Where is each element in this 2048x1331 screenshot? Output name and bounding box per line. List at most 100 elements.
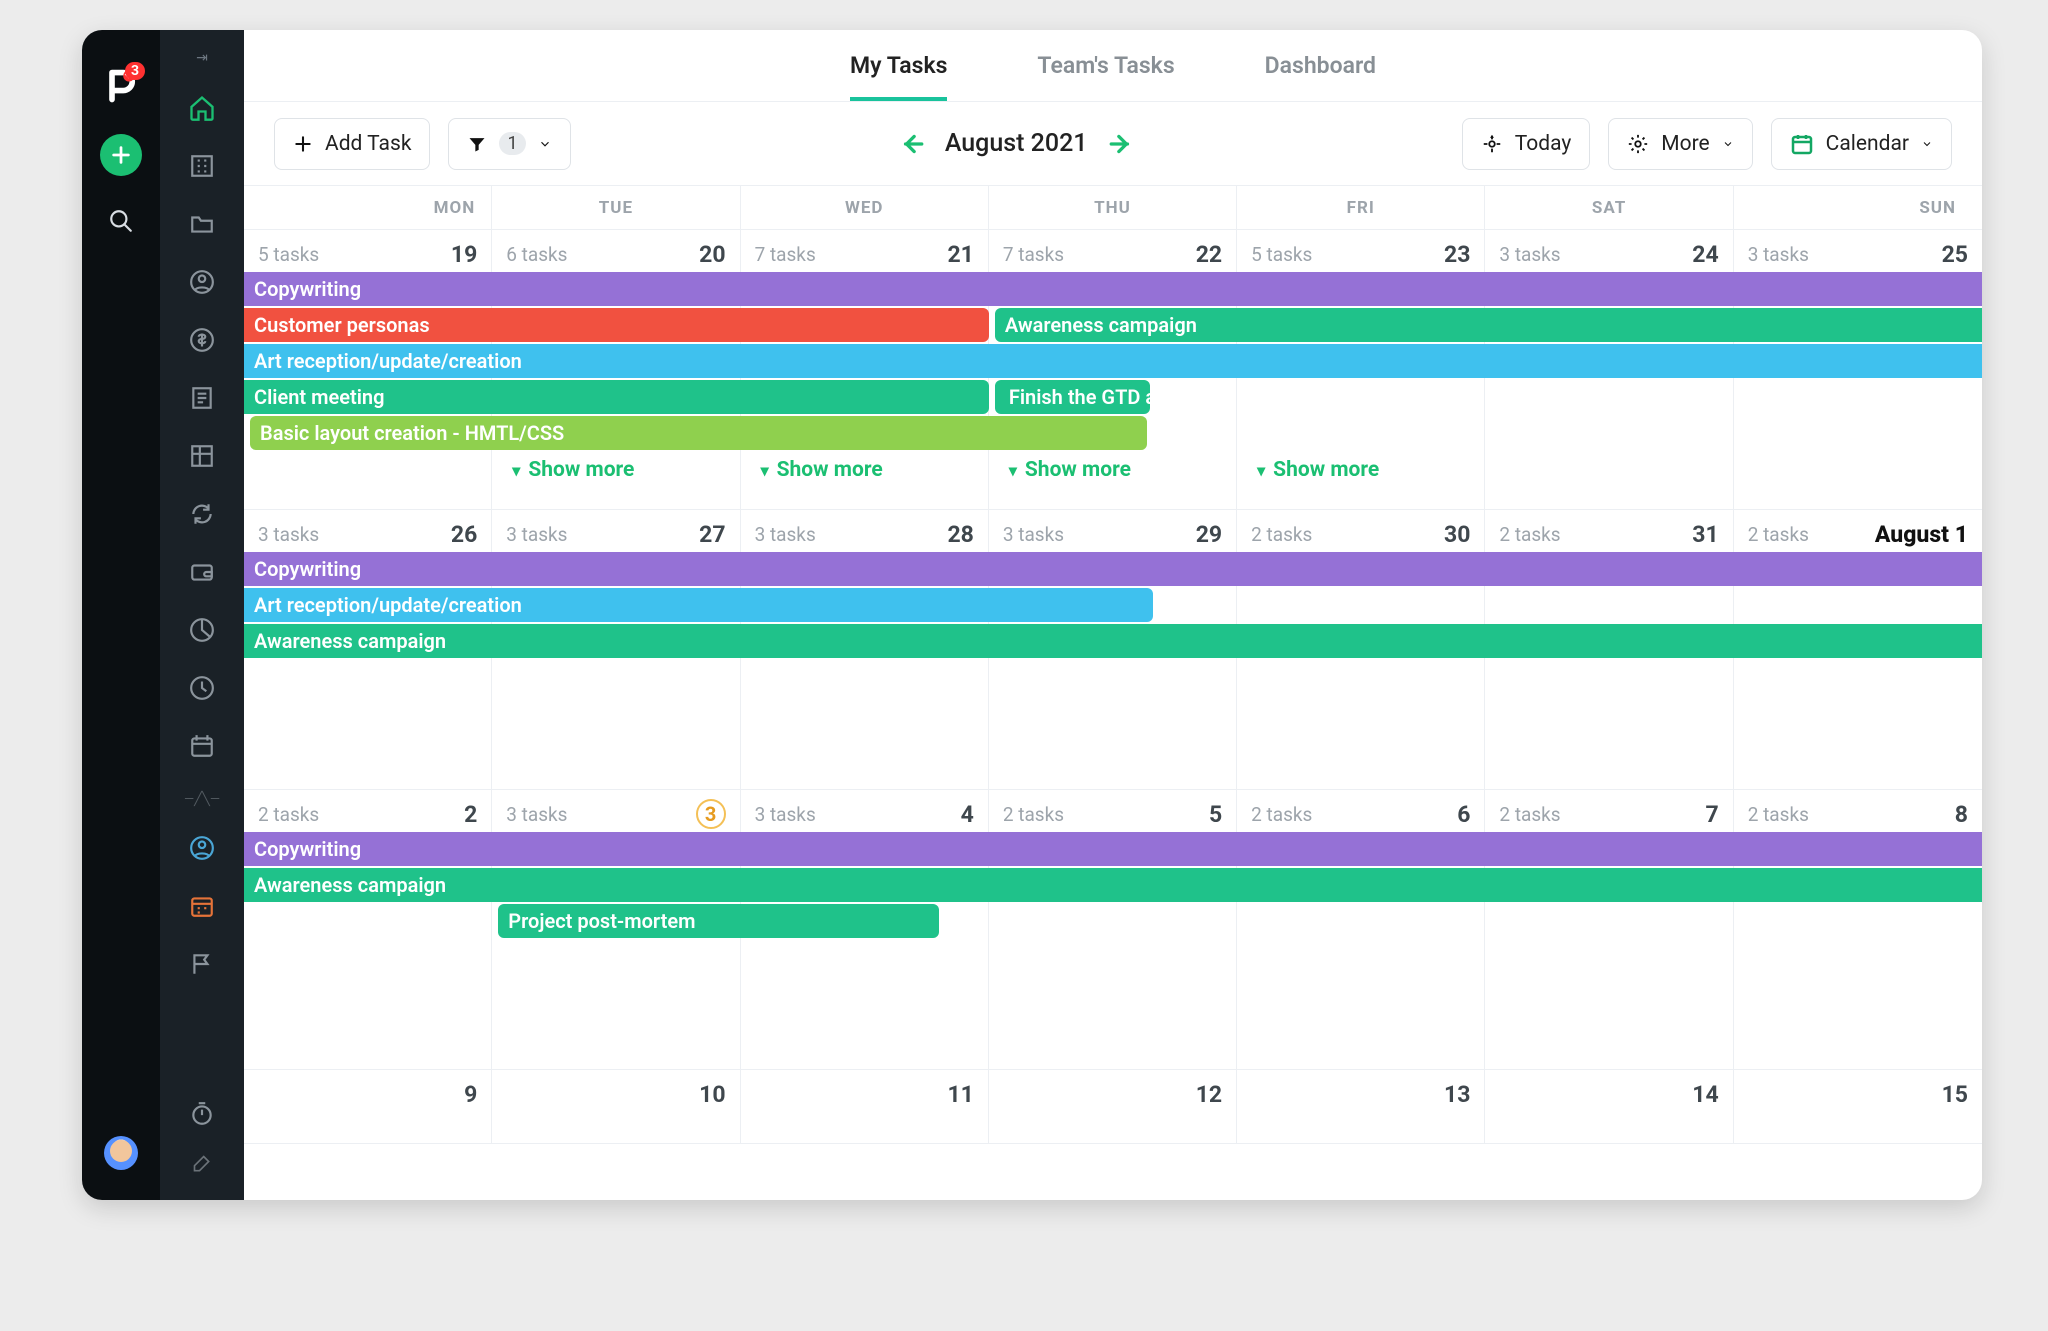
day-number: 7 bbox=[1706, 801, 1719, 828]
day-number: 22 bbox=[1196, 241, 1222, 268]
view-label: Calendar bbox=[1826, 132, 1909, 156]
task-bar[interactable]: Customer personas bbox=[244, 308, 989, 342]
task-count: 5 tasks bbox=[258, 243, 319, 266]
day-number: 27 bbox=[699, 521, 725, 548]
nav-money-icon[interactable] bbox=[186, 324, 218, 356]
day-wed: WED bbox=[741, 186, 989, 229]
day-number: 19 bbox=[451, 241, 477, 268]
day-number: 9 bbox=[464, 1081, 477, 1108]
nav-calendar-icon[interactable] bbox=[186, 890, 218, 922]
task-count: 3 tasks bbox=[755, 523, 816, 546]
prev-month-button[interactable] bbox=[899, 131, 925, 157]
view-switch-button[interactable]: Calendar bbox=[1771, 118, 1952, 170]
nav-wallet-icon[interactable] bbox=[186, 556, 218, 588]
task-bar[interactable]: Project post-mortem bbox=[498, 904, 939, 938]
user-avatar[interactable] bbox=[104, 1136, 138, 1170]
nav-building-icon[interactable] bbox=[186, 150, 218, 182]
day-thu: THU bbox=[989, 186, 1237, 229]
nav-chart-icon[interactable] bbox=[186, 614, 218, 646]
task-bar[interactable]: Art reception/update/creation bbox=[244, 588, 1153, 622]
nav-timer-icon[interactable] bbox=[186, 1098, 218, 1130]
day-mon: MON bbox=[244, 186, 492, 229]
day-number: 14 bbox=[1692, 1081, 1718, 1108]
nav-clock-icon[interactable] bbox=[186, 672, 218, 704]
task-count: 3 tasks bbox=[258, 523, 319, 546]
task-count: 2 tasks bbox=[1499, 803, 1560, 826]
chevron-down-icon bbox=[538, 137, 552, 151]
tabs: My Tasks Team's Tasks Dashboard bbox=[244, 30, 1982, 102]
task-bar[interactable]: Awareness campaign bbox=[244, 868, 1982, 902]
main-panel: My Tasks Team's Tasks Dashboard Add Task… bbox=[244, 30, 1982, 1200]
task-bar[interactable]: Client meeting bbox=[244, 380, 989, 414]
task-count: 5 tasks bbox=[1251, 243, 1312, 266]
day-number: 6 bbox=[1457, 801, 1470, 828]
task-bar[interactable]: Copywriting bbox=[244, 552, 1982, 586]
collapse-icon[interactable]: ⇥ bbox=[196, 50, 208, 66]
calendar-week: 5 tasks196 tasks207 tasks217 tasks225 ta… bbox=[244, 230, 1982, 510]
tab-dashboard[interactable]: Dashboard bbox=[1265, 52, 1376, 101]
day-sat: SAT bbox=[1485, 186, 1733, 229]
nav-schedule-icon[interactable] bbox=[186, 730, 218, 762]
today-button[interactable]: Today bbox=[1462, 118, 1591, 170]
calendar-week: 3 tasks263 tasks273 tasks283 tasks292 ta… bbox=[244, 510, 1982, 790]
more-button[interactable]: More bbox=[1608, 118, 1752, 170]
sidebar-secondary: ⇥ —╱╲— bbox=[160, 30, 244, 1200]
day-tue: TUE bbox=[492, 186, 740, 229]
chevron-down-icon bbox=[1722, 138, 1734, 150]
day-number: 10 bbox=[699, 1081, 725, 1108]
nav-grid-icon[interactable] bbox=[186, 440, 218, 472]
day-number: 5 bbox=[1209, 801, 1222, 828]
next-month-button[interactable] bbox=[1108, 131, 1134, 157]
task-bar[interactable]: Copywriting bbox=[244, 272, 1982, 306]
add-task-button[interactable]: Add Task bbox=[274, 118, 430, 170]
filter-count: 1 bbox=[499, 132, 525, 155]
weekday-header: MON TUE WED THU FRI SAT SUN bbox=[244, 186, 1982, 230]
show-more-button[interactable]: ▾Show more bbox=[1257, 458, 1379, 482]
task-count: 3 tasks bbox=[755, 803, 816, 826]
notification-badge[interactable]: 3 bbox=[125, 62, 145, 80]
show-more-button[interactable]: ▾Show more bbox=[1009, 458, 1131, 482]
nav-user2-icon[interactable] bbox=[186, 832, 218, 864]
task-count: 2 tasks bbox=[1003, 803, 1064, 826]
day-number: 15 bbox=[1942, 1081, 1968, 1108]
target-icon bbox=[1481, 133, 1503, 155]
task-bar[interactable]: Copywriting bbox=[244, 832, 1982, 866]
nav-refresh-icon[interactable] bbox=[186, 498, 218, 530]
task-count: 6 tasks bbox=[506, 243, 567, 266]
filter-button[interactable]: 1 bbox=[448, 118, 570, 170]
task-bar[interactable]: Awareness campaign bbox=[244, 624, 1982, 658]
nav-settings-icon[interactable] bbox=[186, 1148, 218, 1180]
day-number: August 1 bbox=[1875, 521, 1968, 548]
task-bar[interactable]: Awareness campaign bbox=[995, 308, 1982, 342]
task-count: 2 tasks bbox=[1251, 803, 1312, 826]
add-button[interactable] bbox=[100, 134, 142, 176]
nav-home-icon[interactable] bbox=[186, 92, 218, 124]
chevron-down-icon: ▾ bbox=[512, 461, 520, 480]
day-number: 28 bbox=[947, 521, 973, 548]
nav-folder-icon[interactable] bbox=[186, 208, 218, 240]
show-more-button[interactable]: ▾Show more bbox=[761, 458, 883, 482]
task-count: 7 tasks bbox=[755, 243, 816, 266]
task-count: 2 tasks bbox=[1748, 803, 1809, 826]
app-logo[interactable]: 3 bbox=[103, 68, 139, 104]
filter-icon bbox=[467, 134, 487, 154]
nav-flag-icon[interactable] bbox=[186, 948, 218, 980]
calendar-week: 9101112131415 bbox=[244, 1070, 1982, 1144]
day-number: 26 bbox=[451, 521, 477, 548]
task-bar[interactable]: Basic layout creation - HMTL/CSS bbox=[250, 416, 1147, 450]
task-bar[interactable]: Finish the GTD arti... bbox=[995, 380, 1150, 414]
task-count: 2 tasks bbox=[1499, 523, 1560, 546]
task-bar[interactable]: Art reception/update/creation bbox=[244, 344, 1982, 378]
task-count: 3 tasks bbox=[1748, 243, 1809, 266]
search-icon[interactable] bbox=[106, 206, 136, 236]
tab-my-tasks[interactable]: My Tasks bbox=[850, 52, 947, 101]
day-number: 8 bbox=[1955, 801, 1968, 828]
nav-notes-icon[interactable] bbox=[186, 382, 218, 414]
show-more-button[interactable]: ▾Show more bbox=[512, 458, 634, 482]
month-label: August 2021 bbox=[945, 129, 1088, 158]
toolbar: Add Task 1 August 2021 Today More bbox=[244, 102, 1982, 186]
day-number: 12 bbox=[1196, 1081, 1222, 1108]
day-number: 2 bbox=[464, 801, 477, 828]
tab-team-tasks[interactable]: Team's Tasks bbox=[1037, 52, 1174, 101]
nav-profile-icon[interactable] bbox=[186, 266, 218, 298]
